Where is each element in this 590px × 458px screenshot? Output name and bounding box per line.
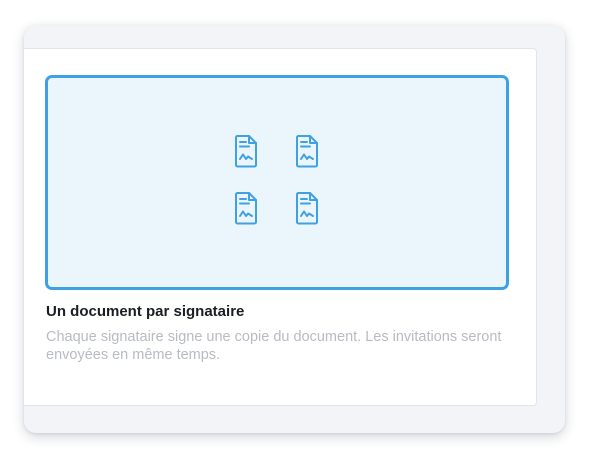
dialog-panel: Un document par signataire Chaque signat… bbox=[24, 25, 565, 433]
signed-document-icon bbox=[294, 134, 320, 168]
signed-document-icon bbox=[294, 191, 320, 225]
option-preview-selected bbox=[45, 75, 509, 290]
option-title: Un document par signataire bbox=[46, 303, 245, 320]
one-document-per-signer-option[interactable]: Un document par signataire Chaque signat… bbox=[24, 48, 537, 406]
signed-document-icon bbox=[233, 191, 259, 225]
signed-document-icon bbox=[233, 134, 259, 168]
option-description: Chaque signataire signe une copie du doc… bbox=[46, 329, 502, 363]
